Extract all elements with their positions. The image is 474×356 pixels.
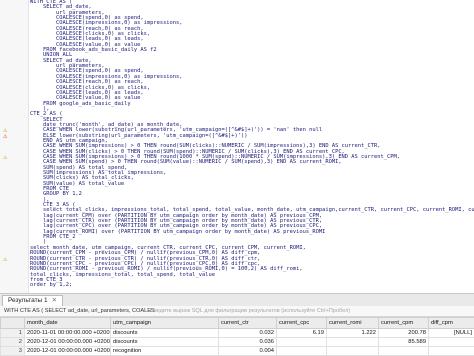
- filter-input[interactable]: Введите выраж SQL для фильтрации результ…: [150, 306, 350, 316]
- cell-utm-campaign[interactable]: discounts: [111, 329, 219, 338]
- cell-current-romi[interactable]: 1.222: [327, 329, 379, 338]
- error-icon: ⚠: [3, 133, 7, 140]
- results-panel: Результаты 1 ✕ WITH CTE AS ( SELECT ad_da…: [0, 293, 474, 354]
- table-row[interactable]: 1 2020-11-01 00:00:00.000 +0200 discount…: [1, 329, 474, 338]
- cell-current-cpc[interactable]: [277, 347, 327, 356]
- tab-results-1[interactable]: Результаты 1 ✕: [2, 295, 63, 306]
- cell-current-romi[interactable]: [327, 338, 379, 347]
- row-number: 2: [1, 338, 25, 347]
- cell-diff-cpm[interactable]: [NULL]: [429, 329, 474, 338]
- cell-month-date[interactable]: 2020-12-01 00:00:00.000 +0200: [25, 338, 111, 347]
- column-header[interactable]: month_date: [25, 318, 111, 329]
- cell-current-ctr[interactable]: 0.004: [219, 347, 277, 356]
- query-summary: WITH CTE AS ( SELECT ad_date, url_parame…: [4, 306, 155, 316]
- header-row: month_date utm_campaign current_ctr curr…: [1, 318, 474, 329]
- table-row[interactable]: 2 2020-12-01 00:00:00.000 +0200 discount…: [1, 338, 474, 347]
- row-number: 1: [1, 329, 25, 338]
- table-row[interactable]: 3 2020-12-01 00:00:00.000 +0200 recognit…: [1, 347, 474, 356]
- cell-month-date[interactable]: 2020-11-01 00:00:00.000 +0200: [25, 329, 111, 338]
- cell-current-cpc[interactable]: 6.19: [277, 329, 327, 338]
- editor-gutter: ⚠⚠⚠⚠: [0, 0, 29, 293]
- column-header[interactable]: diff_cpm: [429, 318, 474, 329]
- cell-utm-campaign[interactable]: recognition: [111, 347, 219, 356]
- cell-current-cpm[interactable]: 85.589: [379, 338, 429, 347]
- cell-current-cpc[interactable]: [277, 338, 327, 347]
- cell-current-ctr[interactable]: 0.032: [219, 329, 277, 338]
- cell-diff-cpm[interactable]: [429, 347, 474, 356]
- column-header[interactable]: current_ctr: [219, 318, 277, 329]
- sql-editor[interactable]: ⚠⚠⚠⚠ WITH CTE AS ( SELECT ad_date, url_p…: [0, 0, 474, 293]
- tab-label: Результаты 1: [8, 297, 48, 304]
- cell-utm-campaign[interactable]: discounts: [111, 338, 219, 347]
- code-line[interactable]: order by 1,2;: [30, 283, 474, 288]
- column-header[interactable]: utm_campaign: [111, 318, 219, 329]
- results-grid[interactable]: month_date utm_campaign current_ctr curr…: [0, 317, 474, 354]
- cell-month-date[interactable]: 2020-12-01 00:00:00.000 +0200: [25, 347, 111, 356]
- query-filter-row: WITH CTE AS ( SELECT ad_date, url_parame…: [0, 306, 474, 317]
- cell-current-ctr[interactable]: 0.036: [219, 338, 277, 347]
- cell-diff-cpm[interactable]: [429, 338, 474, 347]
- column-header[interactable]: current_romi: [327, 318, 379, 329]
- row-number: 3: [1, 347, 25, 356]
- sql-code[interactable]: WITH CTE AS ( SELECT ad_date, url_parame…: [30, 0, 474, 289]
- row-number-header: [1, 318, 25, 329]
- warning-icon: ⚠: [3, 256, 7, 263]
- column-header[interactable]: current_cpm: [379, 318, 429, 329]
- cell-current-cpm[interactable]: [379, 347, 429, 356]
- close-icon[interactable]: ✕: [52, 297, 57, 304]
- cell-current-romi[interactable]: [327, 347, 379, 356]
- column-header[interactable]: current_cpc: [277, 318, 327, 329]
- cell-current-cpm[interactable]: 200.78: [379, 329, 429, 338]
- warning-icon: ⚠: [3, 154, 7, 161]
